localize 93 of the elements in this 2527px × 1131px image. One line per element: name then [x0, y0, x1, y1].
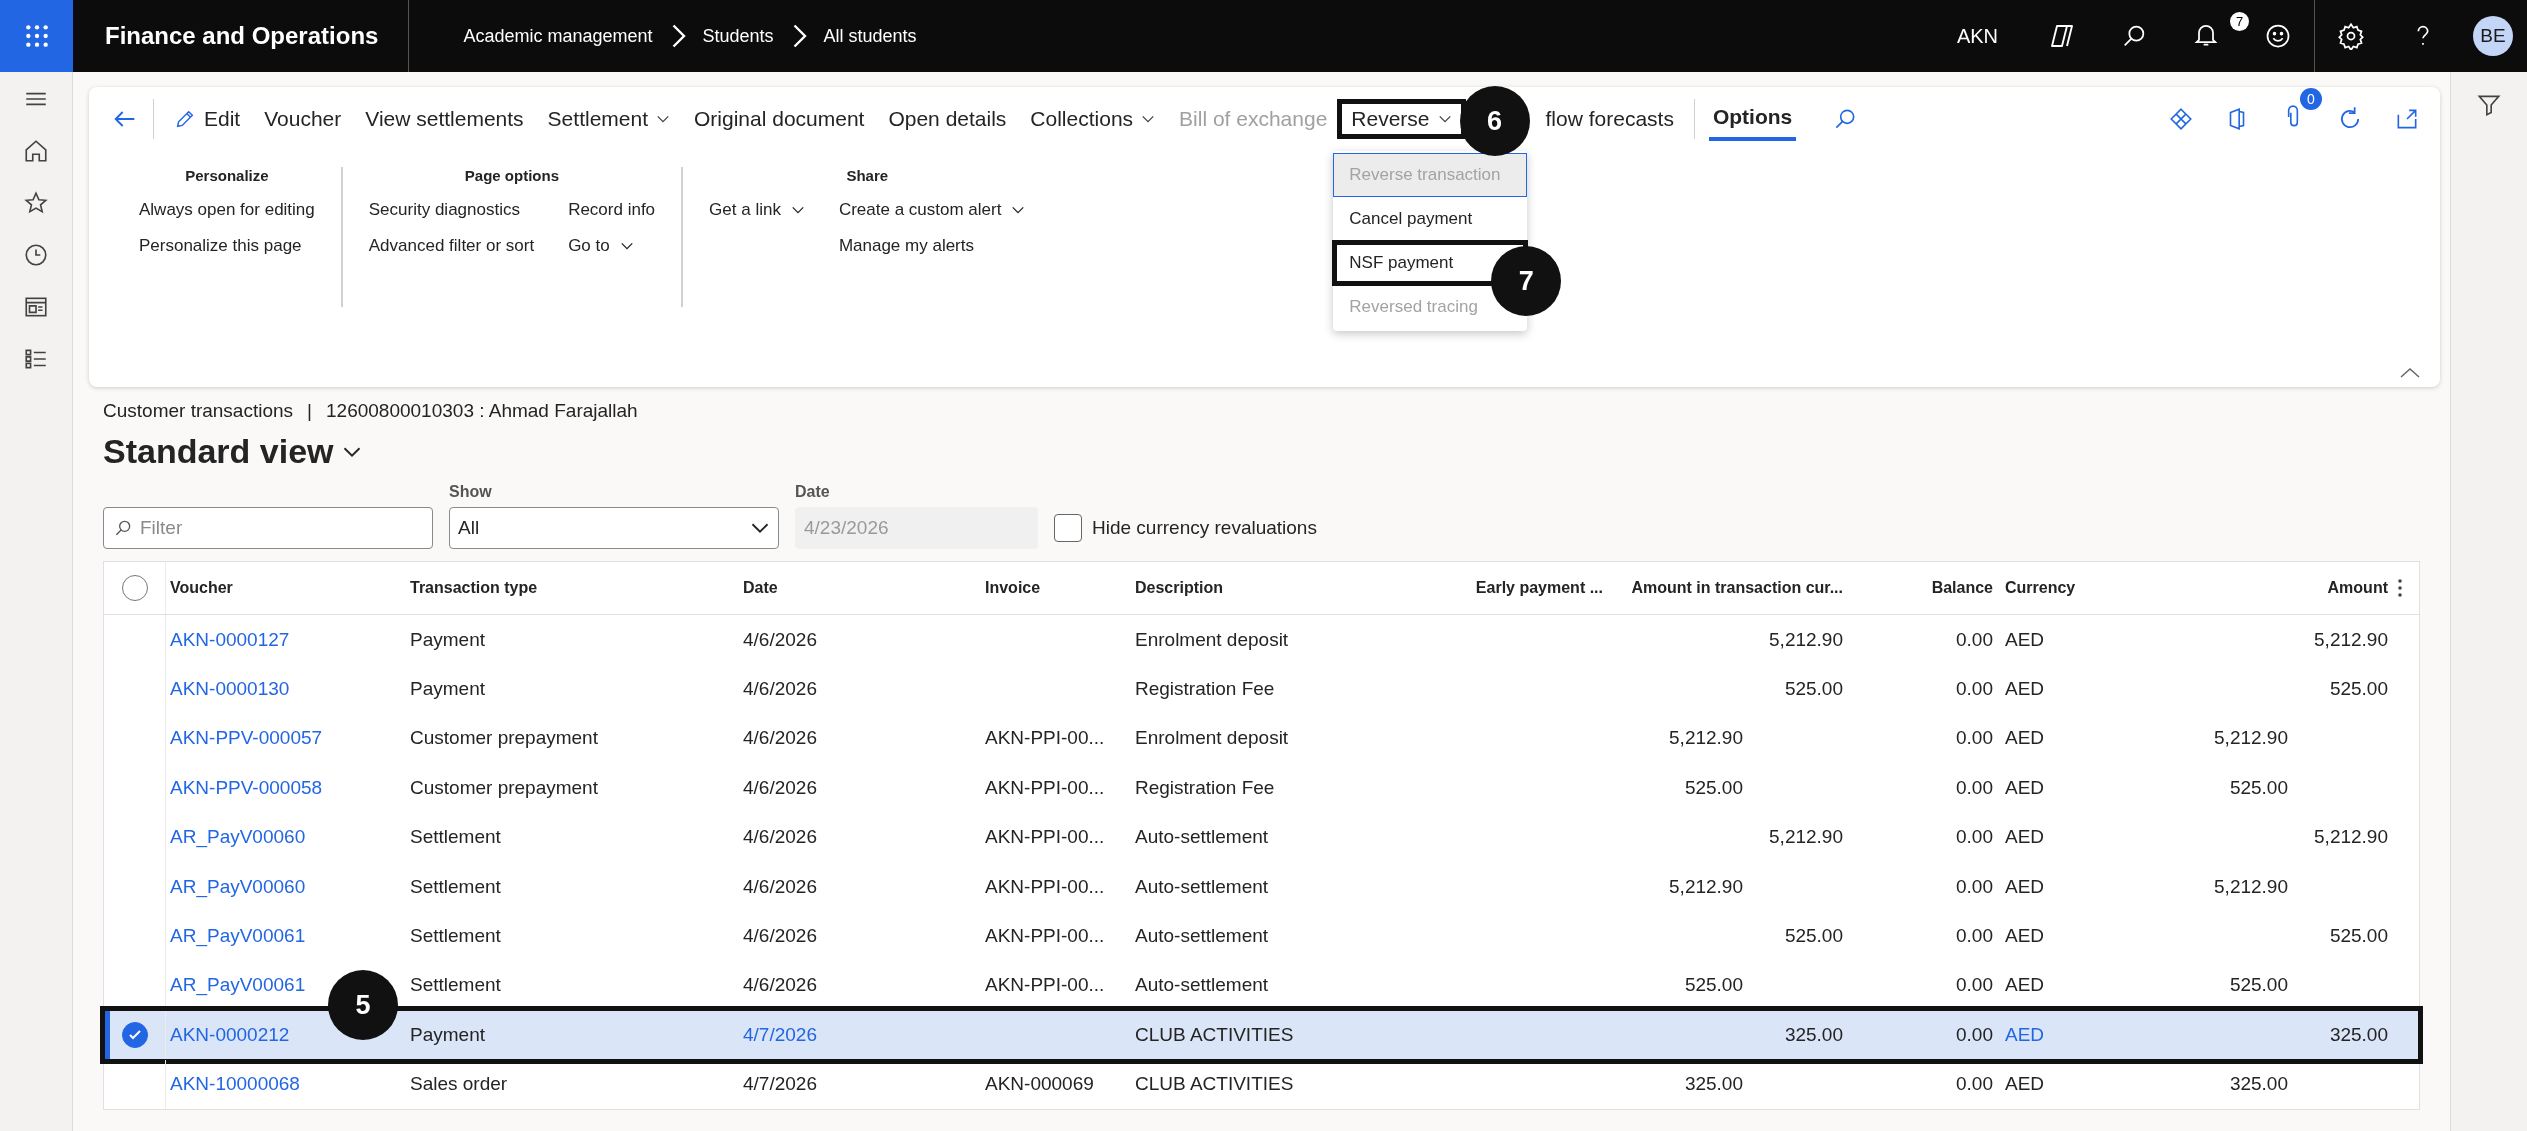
- table-cell: 0.00: [1956, 1073, 1993, 1095]
- table-cell: 0.00: [1956, 875, 1993, 897]
- table-cell: CLUB ACTIVITIES: [1135, 1023, 1294, 1045]
- table-cell: 5,212.90: [2314, 826, 2388, 848]
- table-cell: AED: [2005, 826, 2045, 848]
- table-cell: 5,212.90: [2214, 727, 2288, 749]
- table-cell: 5,212.90: [2214, 875, 2288, 897]
- field-label: Date: [795, 483, 831, 501]
- step-tooltip: 5: [328, 970, 398, 1041]
- table-cell: 0.00: [1956, 776, 1993, 798]
- separator: |: [307, 400, 312, 422]
- table-cell: AED: [2005, 727, 2045, 749]
- table-cell: 4/7/2026: [743, 1073, 817, 1095]
- table-cell: CLUB ACTIVITIES: [1135, 1073, 1294, 1095]
- table-cell: 525.00: [2329, 678, 2388, 700]
- table-cell: 4/6/2026: [743, 628, 817, 650]
- table-cell: Auto-settlement: [1135, 875, 1269, 897]
- app-title: Finance and Operations: [73, 0, 410, 72]
- table-cell: Enrolment deposit: [1135, 727, 1289, 749]
- page-caption: Customer transactions: [103, 400, 294, 422]
- table-cell: AED: [2005, 974, 2045, 996]
- table-cell: Enrolment deposit: [1135, 628, 1289, 650]
- table-cell: AKN-PPI-00...: [985, 727, 1105, 749]
- step-tooltip: 6: [1459, 86, 1530, 156]
- notification-badge: 7: [2230, 12, 2249, 31]
- group-title: Share: [846, 167, 889, 184]
- table-cell: 5,212.90: [2314, 628, 2388, 650]
- table-cell: AED: [2005, 925, 2045, 947]
- attachment-badge: 0: [2300, 87, 2322, 110]
- table-cell: Payment: [410, 628, 485, 650]
- table-cell: 0.00: [1956, 925, 1993, 947]
- table-cell: 325.00: [1684, 1073, 1743, 1095]
- table-cell: AKN-000069: [985, 1073, 1094, 1095]
- table-cell: Payment: [410, 678, 485, 700]
- table-cell: Settlement: [410, 925, 501, 947]
- table-cell: 4/6/2026: [743, 974, 817, 996]
- table-cell: 4/6/2026: [743, 826, 817, 848]
- table-cell: 5,212.90: [1769, 628, 1843, 650]
- table-cell: 4/7/2026: [743, 1023, 817, 1045]
- table-cell: AED: [2005, 678, 2045, 700]
- table-cell: 0.00: [1956, 727, 1993, 749]
- table-cell: 0.00: [1956, 1023, 1993, 1045]
- table-cell: 4/6/2026: [743, 875, 817, 897]
- table-cell: 325.00: [1784, 1023, 1843, 1045]
- table-cell: Customer prepayment: [410, 776, 598, 798]
- table-cell: AED: [2005, 1073, 2045, 1095]
- table-cell: 4/6/2026: [743, 727, 817, 749]
- table-cell: 525.00: [2229, 776, 2288, 798]
- group-title: Page options: [464, 167, 559, 184]
- table-cell: 525.00: [1684, 776, 1743, 798]
- table-cell: Registration Fee: [1135, 776, 1275, 798]
- table-cell: 4/6/2026: [743, 925, 817, 947]
- table-cell: AKN-PPI-00...: [985, 974, 1105, 996]
- table-cell: 525.00: [1784, 925, 1843, 947]
- table-cell: 525.00: [2229, 974, 2288, 996]
- table-cell: Payment: [410, 1023, 485, 1045]
- table-cell: 4/6/2026: [743, 776, 817, 798]
- table-cell: 0.00: [1956, 678, 1993, 700]
- table-cell: 325.00: [2229, 1073, 2288, 1095]
- table-cell: AED: [2005, 1023, 2045, 1045]
- step-tooltip: 7: [1491, 246, 1562, 316]
- table-cell: 525.00: [1684, 974, 1743, 996]
- field-label: Show: [449, 483, 493, 501]
- table-cell: AKN-PPI-00...: [985, 925, 1105, 947]
- view-title: Standard view: [103, 432, 334, 471]
- table-cell: Sales order: [410, 1073, 508, 1095]
- table-cell: AKN-PPI-00...: [985, 826, 1105, 848]
- table-cell: Auto-settlement: [1135, 925, 1269, 947]
- table-cell: 0.00: [1956, 628, 1993, 650]
- table-cell: Settlement: [410, 826, 501, 848]
- table-cell: 0.00: [1956, 974, 1993, 996]
- table-cell: 525.00: [2329, 925, 2388, 947]
- table-cell: 325.00: [2329, 1023, 2388, 1045]
- table-cell: AED: [2005, 875, 2045, 897]
- table-cell: Registration Fee: [1135, 678, 1275, 700]
- table-cell: 5,212.90: [1669, 875, 1743, 897]
- table-cell: Auto-settlement: [1135, 974, 1269, 996]
- table-cell: Settlement: [410, 875, 501, 897]
- table-cell: AED: [2005, 628, 2045, 650]
- table-cell: 5,212.90: [1669, 727, 1743, 749]
- table-cell: AKN-PPI-00...: [985, 875, 1105, 897]
- table-cell: 525.00: [1784, 678, 1843, 700]
- table-cell: Settlement: [410, 974, 501, 996]
- table-cell: Auto-settlement: [1135, 826, 1269, 848]
- group-title: Personalize: [185, 167, 269, 184]
- table-cell: 5,212.90: [1769, 826, 1843, 848]
- record-title: 12600800010303 : Ahmad Farajallah: [326, 400, 638, 422]
- table-cell: 0.00: [1956, 826, 1993, 848]
- table-cell: AKN-PPI-00...: [985, 776, 1105, 798]
- table-cell: 4/6/2026: [743, 678, 817, 700]
- checkbox-label: Hide currency revaluations: [1092, 517, 1317, 539]
- table-cell: AED: [2005, 776, 2045, 798]
- table-cell: Customer prepayment: [410, 727, 598, 749]
